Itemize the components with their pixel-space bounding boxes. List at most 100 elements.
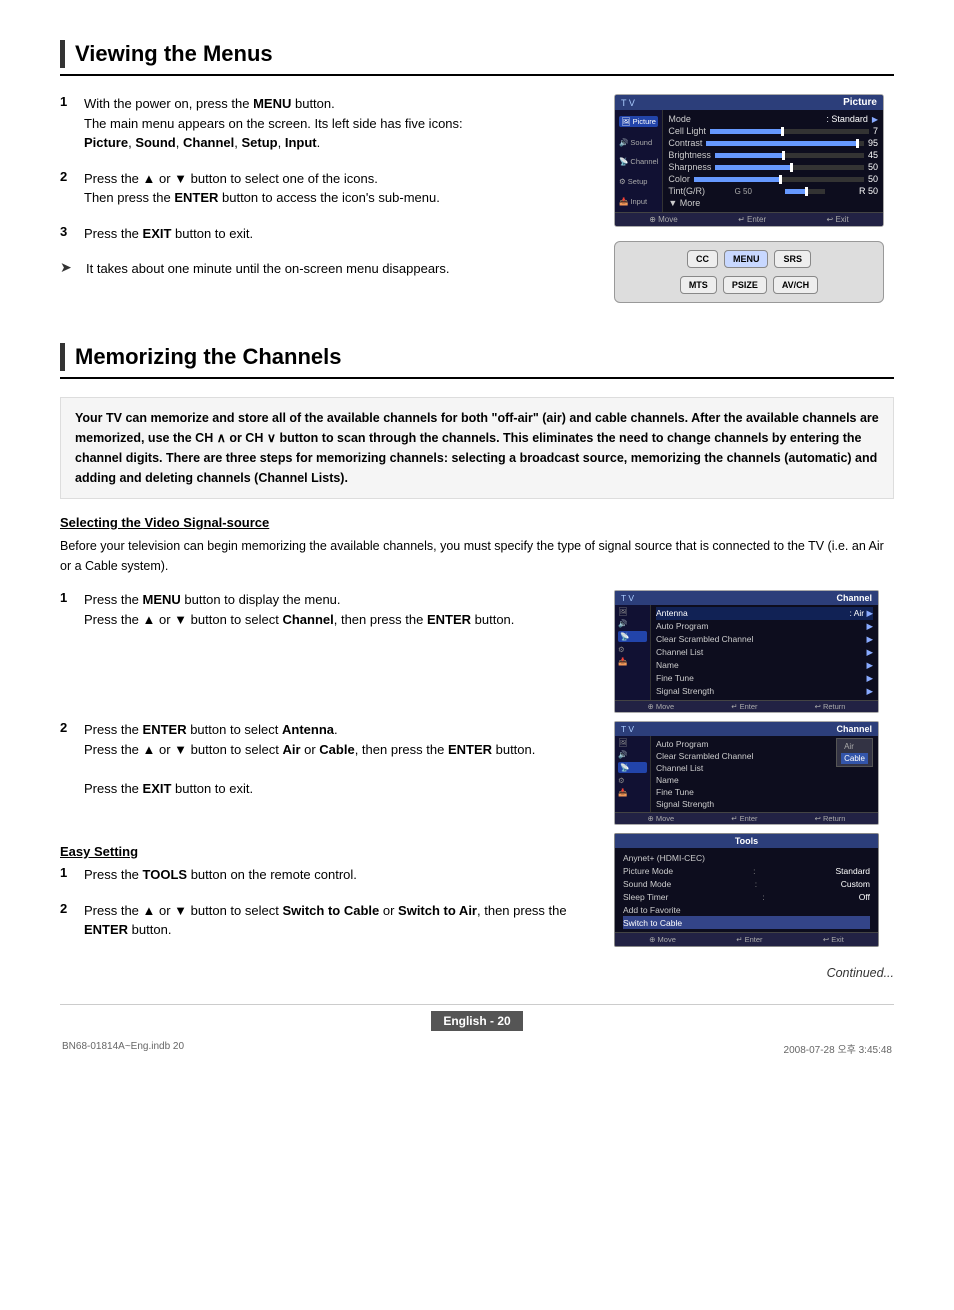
ch1-antenna: Antenna : Air ▶ bbox=[656, 607, 873, 620]
step2-text: Press the ▲ or ▼ button to select one of… bbox=[84, 169, 594, 208]
ch2-air-option: Air bbox=[841, 741, 868, 752]
brightness-bar bbox=[715, 153, 864, 158]
ch2-footer: ⊕ Move ↵ Enter ↩ Return bbox=[615, 812, 878, 824]
sidebar-picture: 🖼 Picture bbox=[619, 116, 658, 127]
section2-bar bbox=[60, 343, 65, 371]
ch2-ch: 📡 bbox=[618, 762, 647, 773]
tint-tick bbox=[805, 187, 808, 196]
channel-ui-1: T V Channel 🖼 🔊 📡 ⚙ 📥 bbox=[614, 590, 879, 713]
ch1-finetune: Fine Tune ▶ bbox=[656, 672, 873, 685]
ch2-section-label: Channel bbox=[836, 724, 872, 734]
ch1-ant-val: : Air ▶ bbox=[849, 608, 873, 619]
contrast-fill bbox=[706, 141, 856, 146]
ch2-return: ↩ Return bbox=[815, 814, 846, 823]
sidebar-setup: ⚙ Setup bbox=[619, 177, 658, 186]
tools-header: Tools bbox=[615, 834, 878, 848]
tools-sleep: Sleep Timer : Off bbox=[623, 890, 870, 903]
ch2-flex: 🖼 🔊 📡 ⚙ 📥 Auto Program Air bbox=[615, 736, 878, 812]
tools-sound-val: Custom bbox=[841, 879, 870, 889]
tools-switch: Switch to Cable bbox=[623, 916, 870, 929]
tools-sound-label: Sound Mode bbox=[623, 879, 671, 889]
brightness-value: 45 bbox=[868, 150, 878, 160]
tv-flex: 🖼 Picture 🔊 Sound 📡 Channel ⚙ Setup 📥 In… bbox=[615, 110, 883, 212]
contrast-row: Contrast 95 bbox=[668, 137, 878, 149]
tint-value: R 50 bbox=[859, 186, 878, 196]
sharpness-value: 50 bbox=[868, 162, 878, 172]
mode-value: : Standard ▶ bbox=[826, 114, 878, 124]
ch1-scramble: Clear Scrambled Channel ▶ bbox=[656, 633, 873, 646]
color-bar bbox=[694, 177, 864, 182]
easy-step1-text: Press the TOOLS button on the remote con… bbox=[84, 865, 594, 885]
section2-title: Memorizing the Channels bbox=[75, 344, 341, 370]
ch2-name-label: Name bbox=[656, 775, 679, 785]
ch1-footer: ⊕ Move ↵ Enter ↩ Return bbox=[615, 700, 878, 712]
ch2-signal-label: Signal Strength bbox=[656, 799, 714, 809]
ch1-signal: Signal Strength ▶ bbox=[656, 685, 873, 698]
tools-switch-label: Switch to Cable bbox=[623, 918, 682, 928]
ch1-set: ⚙ bbox=[618, 645, 647, 654]
sidebar-input: 📥 Input bbox=[619, 197, 658, 206]
remote-srs: SRS bbox=[774, 250, 811, 268]
ch2-finetune: Fine Tune bbox=[656, 786, 873, 798]
ch1-sidebar: 🖼 🔊 📡 ⚙ 📥 bbox=[615, 605, 651, 700]
tip-arrow-icon: ➤ bbox=[60, 259, 78, 276]
intro-text: Your TV can memorize and store all of th… bbox=[75, 411, 879, 485]
ch1-move: ⊕ Move bbox=[648, 702, 675, 711]
section1-images: T V Picture 🖼 Picture 🔊 Sound 📡 Channel … bbox=[614, 94, 894, 303]
ch2-name: Name bbox=[656, 774, 873, 786]
ch2-sidebar: 🖼 🔊 📡 ⚙ 📥 bbox=[615, 736, 651, 812]
ch-step1-row: 1 Press the MENU button to display the m… bbox=[60, 590, 594, 629]
sharpness-fill bbox=[715, 165, 789, 170]
easy-step1-row: 1 Press the TOOLS button on the remote c… bbox=[60, 865, 594, 885]
ch1-list: Channel List ▶ bbox=[656, 646, 873, 659]
ch1-tv-label: T V bbox=[621, 593, 634, 603]
sharpness-bar bbox=[715, 165, 864, 170]
ch2-signal: Signal Strength bbox=[656, 798, 873, 810]
ch2-auto: Auto Program Air Cable bbox=[656, 738, 873, 750]
ch1-inp: 📥 bbox=[618, 657, 647, 666]
ch1-header: T V Channel bbox=[615, 591, 878, 605]
ch1-auto-label: Auto Program bbox=[656, 621, 708, 632]
ch1-name: Name ▶ bbox=[656, 659, 873, 672]
continued-label: Continued... bbox=[827, 966, 894, 980]
mode-label: Mode bbox=[668, 114, 691, 124]
channel-ui-2: T V Channel 🖼 🔊 📡 ⚙ 📥 bbox=[614, 721, 879, 825]
remote-cc: CC bbox=[687, 250, 718, 268]
tint-label: Tint(G/R) bbox=[668, 186, 705, 196]
tools-picture-val: Standard bbox=[836, 866, 871, 876]
channel-uis: T V Channel 🖼 🔊 📡 ⚙ 📥 bbox=[614, 590, 894, 956]
ch2-list-label: Channel List bbox=[656, 763, 703, 773]
ch1-signal-label: Signal Strength bbox=[656, 686, 714, 697]
step3-num: 3 bbox=[60, 224, 76, 239]
tv-main: Mode : Standard ▶ Cell Light 7 bbox=[663, 110, 883, 212]
tools-sound-sep: : bbox=[751, 879, 761, 889]
brightness-label: Brightness bbox=[668, 150, 711, 160]
ch1-auto-arrow: ▶ bbox=[866, 621, 873, 632]
ch1-ant-arrow: ▶ bbox=[866, 608, 873, 618]
ch2-snd: 🔊 bbox=[618, 750, 647, 759]
ch1-scramble-arrow: ▶ bbox=[866, 634, 873, 645]
bottom-right: 2008-07-28 오후 3:45:48 bbox=[784, 1041, 892, 1056]
page-footer: English - 20 bbox=[60, 1004, 894, 1031]
ch2-scramble-label: Clear Scrambled Channel bbox=[656, 751, 753, 761]
cell-light-value: 7 bbox=[873, 126, 878, 136]
ch1-main: Antenna : Air ▶ Auto Program ▶ Clear Scr… bbox=[651, 605, 878, 700]
contrast-label: Contrast bbox=[668, 138, 702, 148]
sidebar-channel: 📡 Channel bbox=[619, 157, 658, 166]
tools-picture-sep: : bbox=[749, 866, 759, 876]
ch-step2-num: 2 bbox=[60, 720, 76, 735]
step1-text: With the power on, press the MENU button… bbox=[84, 94, 594, 153]
tint-fill bbox=[785, 189, 805, 194]
page: Viewing the Menus 1 With the power on, p… bbox=[0, 0, 954, 1310]
ch2-inp: 📥 bbox=[618, 788, 647, 797]
ch-step1-num: 1 bbox=[60, 590, 76, 605]
ch2-set: ⚙ bbox=[618, 776, 647, 785]
color-row: Color 50 bbox=[668, 173, 878, 185]
step1-row: 1 With the power on, press the MENU butt… bbox=[60, 94, 594, 153]
section2: Memorizing the Channels Your TV can memo… bbox=[60, 343, 894, 980]
tv-footer: ⊕ Move ↵ Enter ↩ Exit bbox=[615, 212, 883, 226]
ch2-move: ⊕ Move bbox=[648, 814, 675, 823]
subsection1-body: Before your television can begin memoriz… bbox=[60, 536, 894, 576]
cell-light-bar bbox=[710, 129, 869, 134]
tools-body: Anynet+ (HDMI-CEC) Picture Mode : Standa… bbox=[615, 848, 878, 932]
